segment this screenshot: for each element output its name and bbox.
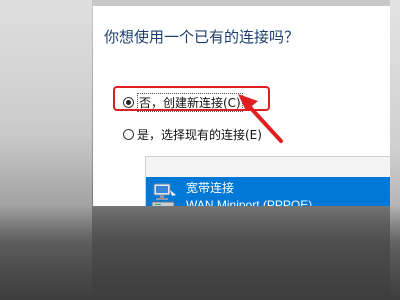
- annotation-highlight-box: [113, 86, 270, 111]
- connection-name: 宽带连接: [186, 181, 235, 195]
- network-connection-icon: [151, 183, 176, 206]
- radio-button-unselected[interactable]: [123, 129, 134, 140]
- dialog-heading: 你想使用一个已有的连接吗？: [104, 28, 300, 46]
- connection-list[interactable]: 宽带连接 WAN Miniport (PPPOE): [145, 156, 390, 206]
- option-use-existing-label: 是，选择现有的连接(E): [137, 128, 262, 142]
- option-use-existing-connection[interactable]: 是，选择现有的连接(E): [123, 126, 262, 143]
- screenshot-stage: 你想使用一个已有的连接吗？ 否，创建新连接(C) 是，选择现有的连接(E) 宽带…: [0, 0, 400, 300]
- connection-dialog: 你想使用一个已有的连接吗？ 否，创建新连接(C) 是，选择现有的连接(E) 宽带…: [93, 6, 390, 206]
- connection-list-item[interactable]: 宽带连接 WAN Miniport (PPPOE): [146, 177, 390, 206]
- background-shadow: [0, 205, 400, 300]
